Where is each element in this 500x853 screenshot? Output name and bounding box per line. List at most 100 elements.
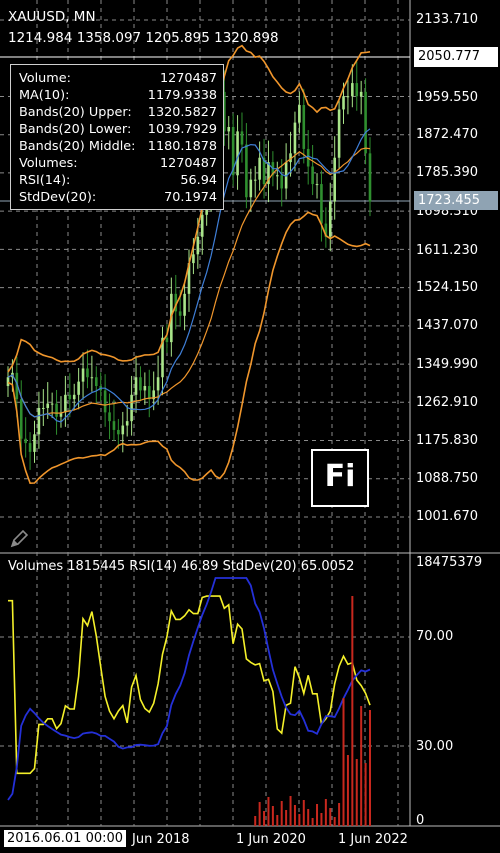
candle-body <box>342 96 345 110</box>
candle-body <box>86 368 89 378</box>
rsi-line <box>8 595 371 775</box>
volume-bar <box>293 805 296 826</box>
candle-body <box>42 407 45 409</box>
candle-body <box>337 109 341 158</box>
candle-body <box>50 403 54 405</box>
candle-body <box>81 368 85 382</box>
candle-body <box>364 91 367 154</box>
price-axis-label: 1959.550 <box>416 90 479 105</box>
volume-bar <box>369 710 371 826</box>
candle-body <box>121 425 125 435</box>
data-row-label: MA(10): <box>19 88 70 103</box>
candle-body <box>90 377 94 379</box>
price-axis-label: 1001.670 <box>416 509 479 524</box>
data-row-value: 1270487 <box>160 71 217 86</box>
price-axis-label: 2133.710 <box>416 12 479 27</box>
brand-logo: Fi <box>311 449 369 507</box>
candle-body <box>165 337 169 343</box>
volume-bar <box>280 801 283 826</box>
candle-body <box>6 377 10 387</box>
volume-bar <box>320 813 323 826</box>
candle-body <box>355 83 359 97</box>
data-row-bands-middle: Bands(20) Middle: 1180.1878 <box>19 139 217 156</box>
time-axis-label: Jun 2018 <box>132 832 190 847</box>
candle-body <box>147 386 151 400</box>
candle-body <box>178 311 182 316</box>
data-row-value: 1180.1878 <box>147 139 217 154</box>
data-row-ma: MA(10): 1179.9338 <box>19 88 217 105</box>
volume-bar <box>285 810 288 826</box>
pencil-icon[interactable] <box>8 528 30 550</box>
volume-bar <box>316 804 319 826</box>
candle-body <box>236 131 239 176</box>
stddev-line <box>7 577 371 801</box>
volume-bar <box>276 815 279 826</box>
symbol-label: XAUUSD, MN <box>8 9 96 25</box>
candle-body <box>328 201 332 237</box>
volume-bar <box>289 796 292 826</box>
volume-bar <box>254 816 257 826</box>
candle-body <box>302 105 306 149</box>
candle-body <box>240 131 244 145</box>
volume-bar <box>267 797 270 826</box>
candle-body <box>253 179 257 181</box>
price-axis-label: 1262.910 <box>416 395 479 410</box>
volume-bar <box>307 809 310 826</box>
indicator-axis-label: 0 <box>416 813 425 828</box>
price-axis-label: 1437.070 <box>416 318 479 333</box>
candle-body <box>227 126 231 132</box>
candle-body <box>64 394 67 413</box>
data-row-value: 1320.5827 <box>147 105 217 120</box>
price-axis-label: 1349.990 <box>416 357 479 372</box>
volume-bar <box>333 817 336 826</box>
candle-body <box>117 429 120 435</box>
volume-bar <box>355 759 358 826</box>
ohlc-label: 1214.984 1358.097 1205.895 1320.898 <box>8 30 279 46</box>
time-axis-label: 2016.06.01 00:00 <box>4 830 127 847</box>
candle-body <box>320 184 323 224</box>
data-row-volumes: Volumes: 1270487 <box>19 156 217 173</box>
volume-bar <box>364 763 367 826</box>
candle-body <box>351 83 354 97</box>
volume-bar <box>302 800 305 826</box>
candle-body <box>249 179 253 198</box>
volume-bar <box>298 814 301 826</box>
candle-body <box>139 377 142 391</box>
data-row-label: Bands(20) Upper: <box>19 105 132 120</box>
volume-bar <box>263 811 266 826</box>
data-row-value: 1039.7929 <box>147 122 217 137</box>
candle-body <box>293 122 297 154</box>
data-row-value: 1179.9338 <box>147 88 217 103</box>
volume-bar <box>346 755 349 826</box>
candle-body <box>68 394 72 400</box>
volume-bar <box>338 803 341 826</box>
indicator-window-label: Volumes 1815445 RSI(14) 46.89 StdDev(20)… <box>8 559 355 574</box>
volume-bar <box>311 818 314 826</box>
candle-body <box>134 377 138 395</box>
candle-body <box>72 394 76 400</box>
candle-body <box>359 91 363 97</box>
candle-body <box>183 293 186 316</box>
price-axis-label: 1611.230 <box>416 243 479 258</box>
volume-bar <box>329 808 332 826</box>
candle-body <box>103 390 107 413</box>
candle-body <box>33 434 36 452</box>
candle-body <box>245 144 248 198</box>
candle-body <box>130 394 133 422</box>
candle-body <box>77 381 80 395</box>
price-axis-label: 1088.750 <box>416 471 479 486</box>
data-row-label: Bands(20) Middle: <box>19 139 136 154</box>
data-row-label: StdDev(20): <box>19 190 97 205</box>
candle-body <box>275 175 279 177</box>
candle-body <box>368 153 372 202</box>
candle-body <box>280 175 284 189</box>
candle-body <box>55 403 58 417</box>
data-row-volume: Volume: 1270487 <box>19 71 217 88</box>
data-row-label: RSI(14): <box>19 173 71 188</box>
chart-window[interactable]: XAUUSD, MN 1214.984 1358.097 1205.895 13… <box>0 0 500 853</box>
candle-body <box>46 403 50 408</box>
candle-body <box>94 377 98 387</box>
candle-body <box>196 236 200 255</box>
price-axis-label: 1872.470 <box>416 127 479 142</box>
data-row-value: 56.94 <box>180 173 217 188</box>
